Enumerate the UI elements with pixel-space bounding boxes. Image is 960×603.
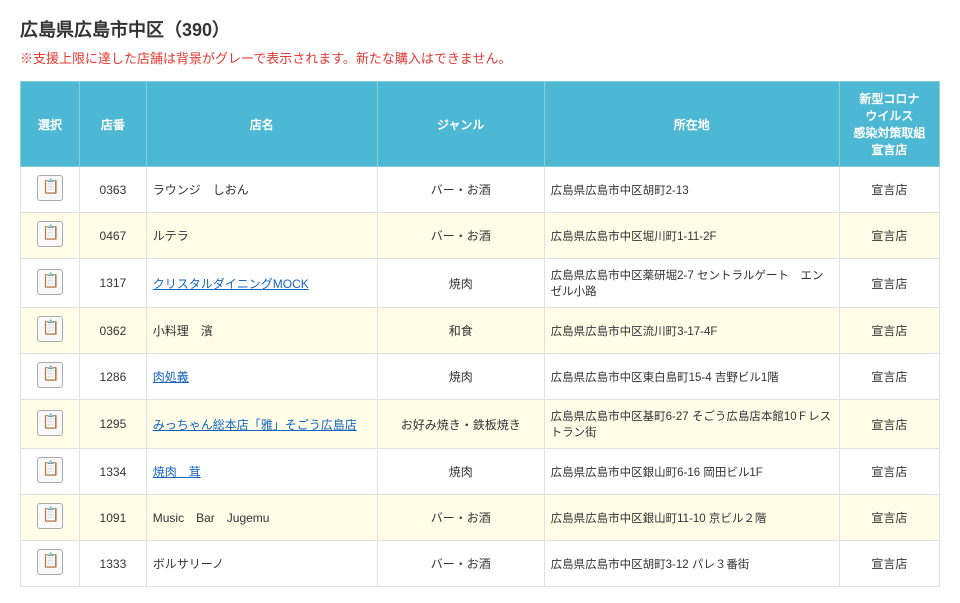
header-id: 店番 — [80, 82, 147, 167]
covid-badge: 宣言店 — [839, 354, 939, 400]
store-id: 1091 — [80, 495, 147, 541]
main-table: 選択 店番 店名 ジャンル 所在地 新型コロナウイルス感染対策取組宣言店 036… — [20, 81, 940, 587]
select-icon[interactable] — [37, 549, 63, 575]
header-address: 所在地 — [544, 82, 839, 167]
store-name-link[interactable]: 肉処義 — [153, 370, 189, 384]
store-id: 0363 — [80, 167, 147, 213]
store-name: ラウンジ しおん — [146, 167, 377, 213]
select-icon[interactable] — [37, 175, 63, 201]
select-cell[interactable] — [21, 400, 80, 449]
table-row: 0467ルテラバー・お酒広島県広島市中区堀川町1-11-2F宣言店 — [21, 213, 940, 259]
select-cell[interactable] — [21, 259, 80, 308]
store-name: ルテラ — [146, 213, 377, 259]
warning-text: ※支援上限に達した店舗は背景がグレーで表示されます。新たな購入はできません。 — [20, 48, 940, 67]
page-title: 広島県広島市中区（390） — [20, 16, 940, 42]
store-name-link[interactable]: みっちゃん総本店「雅」そごう広島店 — [153, 418, 357, 432]
select-cell[interactable] — [21, 541, 80, 587]
covid-badge: 宣言店 — [839, 213, 939, 259]
table-row: 1091Music Bar Jugemuバー・お酒広島県広島市中区銀山町11-1… — [21, 495, 940, 541]
store-name[interactable]: クリスタルダイニングMOCK — [146, 259, 377, 308]
page-wrapper: 広島県広島市中区（390） ※支援上限に達した店舗は背景がグレーで表示されます。… — [0, 0, 960, 603]
covid-badge: 宣言店 — [839, 541, 939, 587]
select-cell[interactable] — [21, 167, 80, 213]
store-name-link[interactable]: クリスタルダイニングMOCK — [153, 277, 309, 291]
header-genre: ジャンル — [377, 82, 544, 167]
store-name[interactable]: 肉処義 — [146, 354, 377, 400]
store-address: 広島県広島市中区基町6-27 そごう広島店本館10Ｆレストラン街 — [544, 400, 839, 449]
store-id: 1333 — [80, 541, 147, 587]
store-genre: バー・お酒 — [377, 213, 544, 259]
store-address: 広島県広島市中区胡町3-12 パレ３番街 — [544, 541, 839, 587]
select-icon[interactable] — [37, 362, 63, 388]
store-genre: バー・お酒 — [377, 541, 544, 587]
table-row: 1333ボルサリーノバー・お酒広島県広島市中区胡町3-12 パレ３番街宣言店 — [21, 541, 940, 587]
header-name: 店名 — [146, 82, 377, 167]
store-name[interactable]: 焼肉 茸 — [146, 449, 377, 495]
covid-badge: 宣言店 — [839, 167, 939, 213]
store-name: ボルサリーノ — [146, 541, 377, 587]
covid-badge: 宣言店 — [839, 449, 939, 495]
store-genre: バー・お酒 — [377, 167, 544, 213]
select-cell[interactable] — [21, 495, 80, 541]
select-icon[interactable] — [37, 410, 63, 436]
select-icon[interactable] — [37, 503, 63, 529]
store-id: 1286 — [80, 354, 147, 400]
covid-badge: 宣言店 — [839, 400, 939, 449]
store-address: 広島県広島市中区銀山町11-10 京ビル２階 — [544, 495, 839, 541]
table-row: 1295 みっちゃん総本店「雅」そごう広島店 お好み焼き・鉄板焼き広島県広島市中区基… — [21, 400, 940, 449]
select-icon[interactable] — [37, 221, 63, 247]
store-address: 広島県広島市中区東白島町15-4 吉野ビル1階 — [544, 354, 839, 400]
store-name[interactable]: みっちゃん総本店「雅」そごう広島店 — [146, 400, 377, 449]
store-genre: 焼肉 — [377, 354, 544, 400]
store-address: 広島県広島市中区銀山町6-16 岡田ビル1F — [544, 449, 839, 495]
table-row: 1317 クリスタルダイニングMOCK 焼肉広島県広島市中区薬研堀2-7 セントラル… — [21, 259, 940, 308]
covid-badge: 宣言店 — [839, 308, 939, 354]
table-row: 0362小料理 濱和食広島県広島市中区流川町3-17-4F宣言店 — [21, 308, 940, 354]
store-genre: 和食 — [377, 308, 544, 354]
store-address: 広島県広島市中区流川町3-17-4F — [544, 308, 839, 354]
table-row: 0363ラウンジ しおんバー・お酒広島県広島市中区胡町2-13宣言店 — [21, 167, 940, 213]
select-cell[interactable] — [21, 449, 80, 495]
select-icon[interactable] — [37, 457, 63, 483]
select-icon[interactable] — [37, 269, 63, 295]
table-row: 1286 肉処義 焼肉広島県広島市中区東白島町15-4 吉野ビル1階宣言店 — [21, 354, 940, 400]
select-cell[interactable] — [21, 308, 80, 354]
store-address: 広島県広島市中区胡町2-13 — [544, 167, 839, 213]
store-genre: 焼肉 — [377, 259, 544, 308]
store-genre: お好み焼き・鉄板焼き — [377, 400, 544, 449]
header-covid: 新型コロナウイルス感染対策取組宣言店 — [839, 82, 939, 167]
select-cell[interactable] — [21, 213, 80, 259]
select-cell[interactable] — [21, 354, 80, 400]
store-id: 1295 — [80, 400, 147, 449]
store-id: 0467 — [80, 213, 147, 259]
store-id: 0362 — [80, 308, 147, 354]
store-address: 広島県広島市中区堀川町1-11-2F — [544, 213, 839, 259]
header-select: 選択 — [21, 82, 80, 167]
select-icon[interactable] — [37, 316, 63, 342]
store-name-link[interactable]: 焼肉 茸 — [153, 465, 201, 479]
store-name: Music Bar Jugemu — [146, 495, 377, 541]
store-genre: バー・お酒 — [377, 495, 544, 541]
store-id: 1317 — [80, 259, 147, 308]
covid-badge: 宣言店 — [839, 259, 939, 308]
store-name: 小料理 濱 — [146, 308, 377, 354]
store-address: 広島県広島市中区薬研堀2-7 セントラルゲート エンゼル小路 — [544, 259, 839, 308]
store-id: 1334 — [80, 449, 147, 495]
covid-badge: 宣言店 — [839, 495, 939, 541]
table-row: 1334 焼肉 茸 焼肉広島県広島市中区銀山町6-16 岡田ビル1F宣言店 — [21, 449, 940, 495]
store-genre: 焼肉 — [377, 449, 544, 495]
